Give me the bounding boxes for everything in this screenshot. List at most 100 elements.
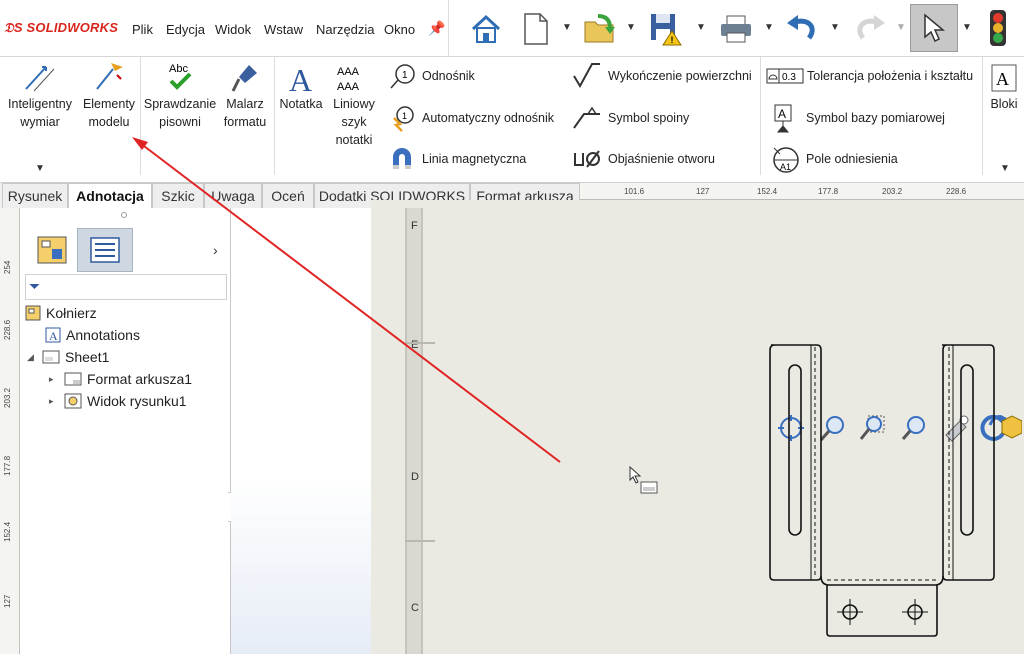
undo-icon [787,15,815,40]
geometric-tolerance-button[interactable]: 0.3 Tolerancja położenia i kształtu [766,61,973,91]
spell-check-button[interactable]: Abc Sprawdzanie pisowni [144,61,216,131]
home-icon [471,14,501,43]
menu-narzedzia[interactable]: Narzędzia [316,22,375,37]
surface-finish-icon [573,63,600,89]
menu-wstaw[interactable]: Wstaw [264,22,303,37]
feature-tree-icon [37,236,67,264]
chevron-down-icon[interactable]: ▼ [962,22,972,33]
annotations-icon: A [45,327,61,343]
open-button[interactable] [580,6,620,52]
property-list-icon [90,237,120,263]
panel-gap [231,208,371,654]
weld-symbol-button[interactable]: Symbol spoiny [572,103,689,133]
tree-item-sheet-format[interactable]: ▸ Format arkusza1 [49,371,192,387]
drawing-view-icon [64,393,82,409]
model-items-button[interactable]: Elementy modelu [78,61,140,131]
datum-feature-button[interactable]: A Symbol bazy pomiarowej [772,103,945,133]
chevron-down-icon[interactable]: ▼ [35,163,45,174]
auto-balloon-button[interactable]: 1 Automatyczny odnośnik [388,103,554,133]
chevron-down-icon[interactable]: ▼ [696,22,706,33]
new-document-icon [524,13,548,45]
hole-callout-button[interactable]: Objaśnienie otworu [572,144,715,174]
new-document-button[interactable] [520,6,552,52]
magnetic-line-button[interactable]: Linia magnetyczna [388,144,526,174]
collapse-triangle-icon[interactable]: ◢ [27,352,37,363]
tree-item-annotations[interactable]: A Annotations [45,327,140,343]
chevron-down-icon[interactable]: ▼ [830,22,840,33]
geometric-tolerance-icon: 0.3 [766,68,804,84]
menu-widok[interactable]: Widok [215,22,251,37]
tree-item-root[interactable]: Kołnierz [25,305,97,321]
balloon-icon: 1 [390,64,415,89]
model-items-icon [96,63,123,90]
select-button[interactable] [910,4,958,52]
spell-check-icon: Abc [169,63,192,90]
divider [982,57,983,175]
svg-text:0.3: 0.3 [782,72,796,83]
drawing-icon [25,305,41,321]
hole-callout-icon [574,150,600,168]
chevron-down-icon[interactable]: ▼ [764,22,774,33]
tab-ocen[interactable]: Oceń [262,183,314,208]
property-manager-tab[interactable] [77,228,133,272]
datum-target-button[interactable]: A1 Pole odniesienia [770,144,898,174]
svg-text:Abc: Abc [169,63,188,75]
undo-button[interactable] [782,6,822,52]
blocks-button[interactable]: A Bloki [986,61,1022,113]
balloon-button[interactable]: 1 Odnośnik [388,61,475,91]
svg-text:AAA: AAA [337,66,360,78]
print-button[interactable] [716,6,756,52]
magnet-icon [393,148,411,169]
tab-rysunek[interactable]: Rysunek [2,183,68,208]
rebuild-traffic-light-icon[interactable] [990,10,1006,46]
menu-okno[interactable]: Okno [384,22,415,37]
featuremanager-tab[interactable] [29,230,75,270]
smart-dimension-button[interactable]: Inteligentny wymiar [4,61,76,131]
panel-grip[interactable] [121,212,127,218]
divider [760,57,761,175]
tree-item-drawing-view[interactable]: ▸ Widok rysunku1 [49,393,187,409]
chevron-down-icon[interactable]: ▼ [626,22,636,33]
svg-text:A: A [289,62,312,95]
divider [274,57,275,175]
command-manager-ribbon: Inteligentny wymiar Elementy modelu ▼ Ab… [0,57,1024,183]
tab-adnotacja[interactable]: Adnotacja [68,183,152,208]
sheet-format-icon [64,372,82,386]
printer-icon [721,15,751,43]
chevron-down-icon[interactable]: ▼ [896,22,906,33]
home-button[interactable] [466,6,506,52]
linear-note-pattern-button[interactable]: AAA AAA Liniowy szyk notatki [328,61,380,149]
part-drawing-view[interactable] [371,200,1024,654]
chevron-right-icon[interactable]: › [213,242,218,258]
ds-logo-icon: 𝔇S [4,20,27,35]
svg-text:A: A [778,107,786,121]
tree-item-sheet1[interactable]: ◢ Sheet1 [27,349,109,365]
chevron-down-icon[interactable]: ▼ [1000,163,1010,174]
menu-edycja[interactable]: Edycja [166,22,205,37]
svg-text:A: A [996,69,1009,89]
svg-text:AAA: AAA [337,81,360,93]
graphics-area[interactable]: F E D C [371,200,1024,654]
redo-button[interactable] [850,6,890,52]
save-icon: ! [651,14,682,46]
svg-text:A: A [49,329,58,343]
title-bar: 𝔇S SOLIDWORKS Plik Edycja Widok Wstaw Na… [0,0,1024,57]
solidworks-logo[interactable]: 𝔇S SOLIDWORKS [4,20,118,36]
menu-plik[interactable]: Plik [132,22,153,37]
svg-text:A1: A1 [780,162,791,172]
smart-dimension-icon [25,66,55,92]
chevron-down-icon[interactable]: ▼ [562,22,572,33]
open-folder-icon [584,14,615,43]
surface-finish-button[interactable]: Wykończenie powierzchni [572,61,752,91]
save-button[interactable]: ! [646,6,686,52]
expand-triangle-icon[interactable]: ▸ [49,374,59,385]
filter-field[interactable]: ⏷ [25,274,227,300]
note-button[interactable]: A Notatka [276,61,326,113]
feature-manager-panel: › ⏷ Kołnierz A Annotations ◢ Sheet1 ▸ Fo… [21,208,231,654]
tab-uwaga[interactable]: Uwaga [204,183,262,208]
expand-triangle-icon[interactable]: ▸ [49,396,59,407]
paintbrush-icon [231,65,257,92]
pin-icon[interactable]: 📌 [428,20,445,37]
tab-szkic[interactable]: Szkic [152,183,204,208]
format-painter-button[interactable]: Malarz formatu [218,61,272,131]
